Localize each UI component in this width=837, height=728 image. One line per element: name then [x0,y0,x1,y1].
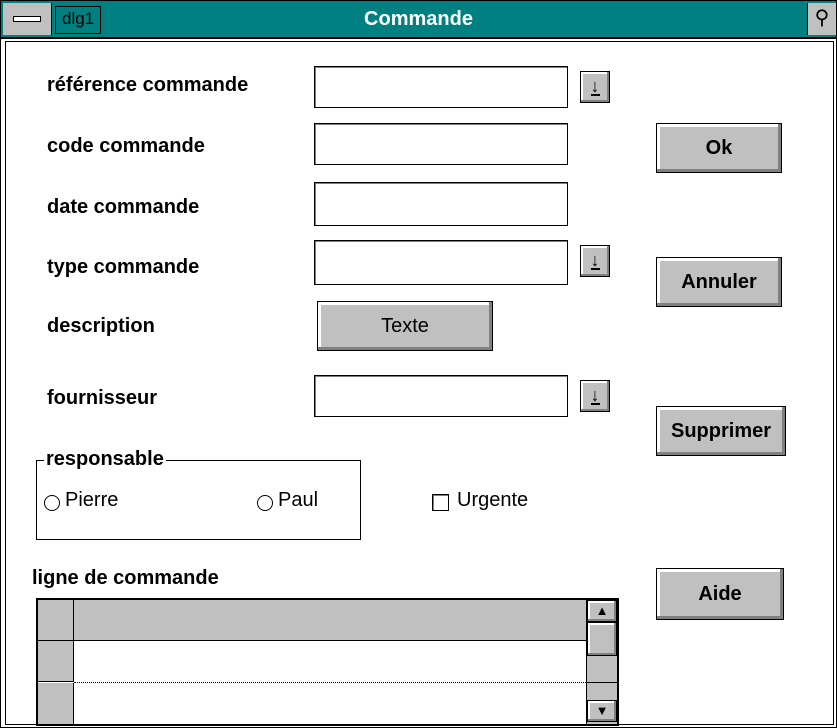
window-title: Commande [364,8,473,30]
scroll-thumb[interactable] [587,622,617,656]
urgente-checkbox[interactable] [432,494,449,511]
scroll-up-button[interactable]: ▲ [587,600,617,622]
arrow-up-icon: ▲ [595,603,609,618]
ok-button[interactable]: Ok [656,123,782,173]
ligne-commande-grid[interactable]: ▲ ▼ [36,598,619,726]
radio-paul-label[interactable]: Paul [278,489,318,512]
scroll-down-button[interactable]: ▼ [587,700,617,722]
type-commande-field[interactable] [314,240,568,285]
chevron-down-icon: ↓ [590,76,600,96]
grid-row-separator [74,682,586,683]
date-commande-label: date commande [47,196,200,218]
chevron-down-icon: ↓ [590,250,600,270]
responsable-group-title: responsable [44,448,166,471]
scroll-track-line [587,682,617,683]
texte-button[interactable]: Texte [317,301,493,351]
aide-button[interactable]: Aide [656,568,784,620]
fournisseur-label: fournisseur [47,387,158,409]
radio-paul[interactable] [257,495,273,511]
grid-row-header[interactable] [38,641,74,682]
fournisseur-dropdown-button[interactable]: ↓ [580,380,610,412]
dialog-client-area: référence commande ↓ code commande date … [5,41,834,726]
supprimer-button[interactable]: Supprimer [656,406,786,456]
grid-corner-cell [38,600,74,640]
annuler-button[interactable]: Annuler [656,257,782,307]
type-commande-dropdown-button[interactable]: ↓ [580,245,610,277]
ligne-commande-label: ligne de commande [32,567,219,589]
fournisseur-field[interactable] [314,375,568,417]
description-label: description [47,315,155,337]
grid-header-row [38,600,586,641]
grid-row-header[interactable] [38,683,74,724]
gear-icon[interactable]: ⚲ [807,3,836,35]
code-commande-field[interactable] [314,123,568,165]
date-commande-field[interactable] [314,182,568,226]
reference-commande-field[interactable] [314,66,568,108]
grid-vertical-scrollbar[interactable]: ▲ ▼ [586,600,617,724]
arrow-down-icon: ▼ [595,703,609,718]
code-commande-label: code commande [47,135,205,157]
radio-pierre[interactable] [44,495,60,511]
title-bar[interactable]: dlg1 Commande ⚲ [1,1,836,39]
reference-commande-label: référence commande [47,74,249,96]
type-commande-label: type commande [47,256,200,278]
radio-pierre-label[interactable]: Pierre [65,489,118,512]
reference-commande-dropdown-button[interactable]: ↓ [580,71,610,103]
dialog-window: dlg1 Commande ⚲ référence commande ↓ cod… [0,0,837,728]
chevron-down-icon: ↓ [590,385,600,405]
urgente-label[interactable]: Urgente [457,489,528,512]
